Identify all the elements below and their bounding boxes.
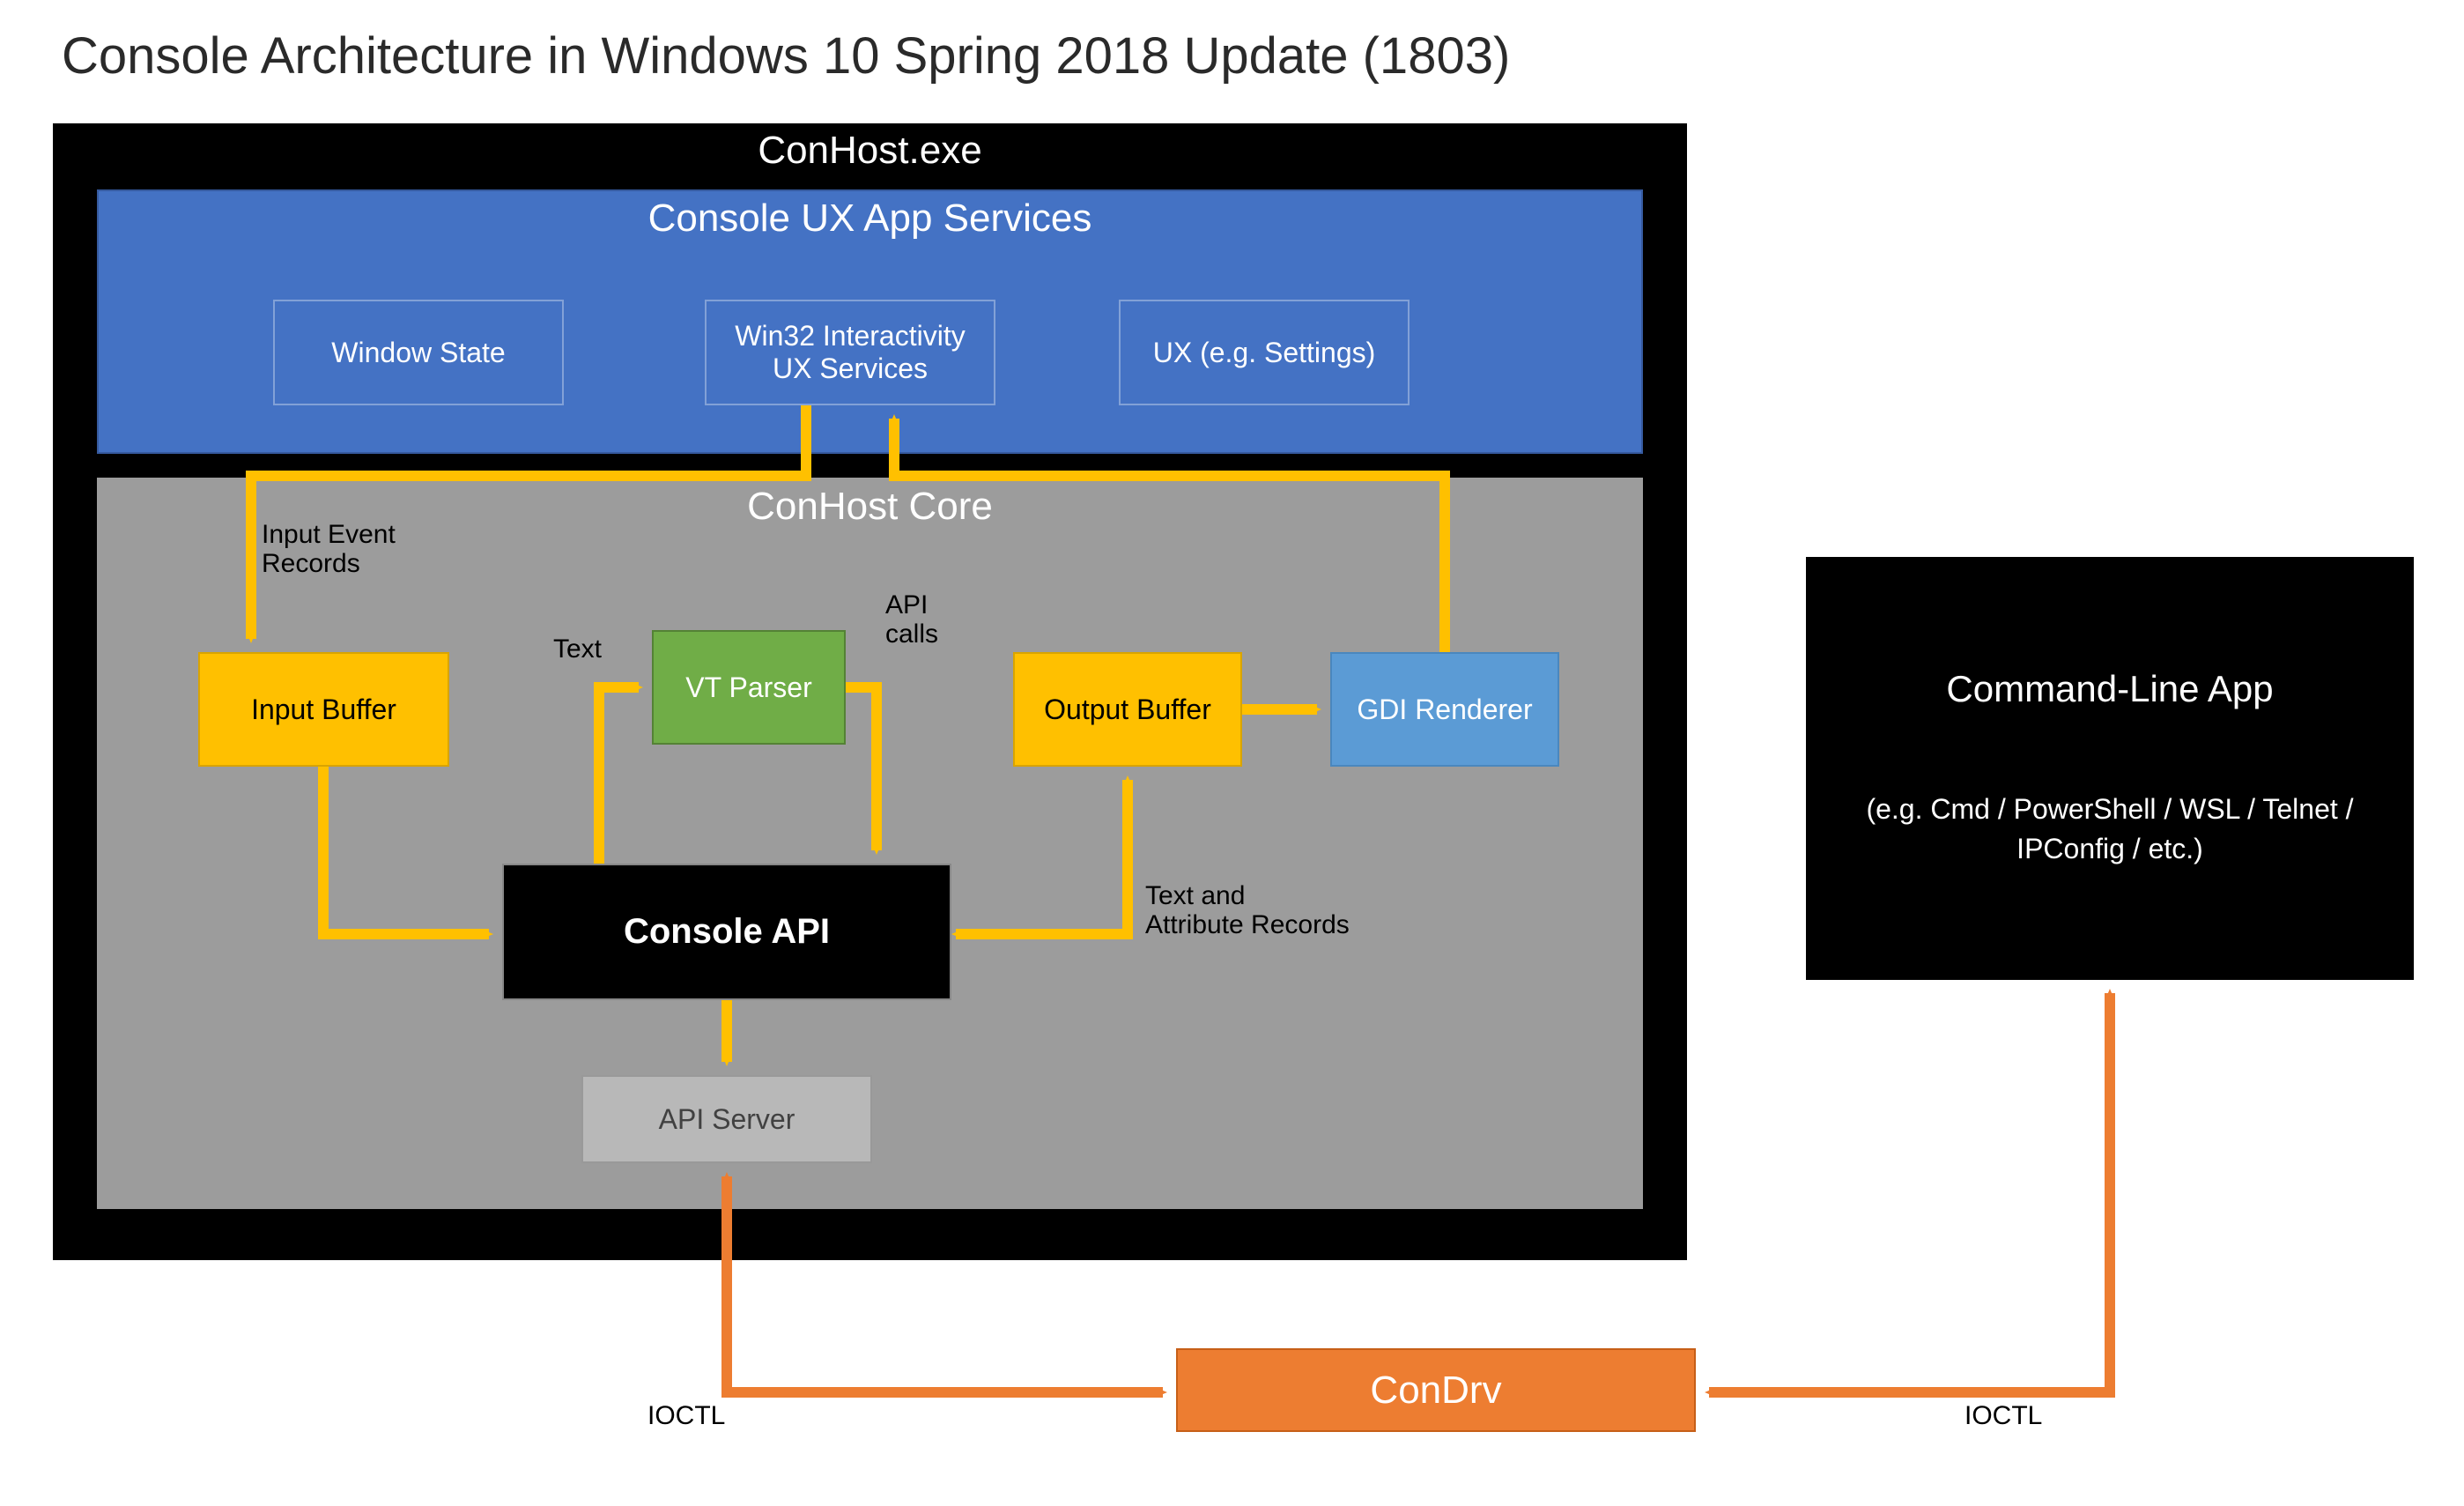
label-input-records: Input Event Records xyxy=(262,520,396,578)
ux-settings-label: UX (e.g. Settings) xyxy=(1153,337,1376,369)
conhost-title: ConHost.exe xyxy=(53,129,1687,173)
ux-services-title: Console UX App Services xyxy=(99,197,1641,241)
output-buffer-label: Output Buffer xyxy=(1044,694,1211,726)
cli-app-box: Command-Line App (e.g. Cmd / PowerShell … xyxy=(1806,557,2414,980)
output-buffer-box: Output Buffer xyxy=(1013,652,1242,767)
gdi-renderer-box: GDI Renderer xyxy=(1330,652,1559,767)
cli-app-title: Command-Line App xyxy=(1946,668,2273,710)
input-buffer-box: Input Buffer xyxy=(198,652,449,767)
label-api-calls: API calls xyxy=(885,590,938,649)
console-api-box: Console API xyxy=(502,864,951,1000)
vt-parser-label: VT Parser xyxy=(685,671,811,704)
label-text-attr: Text and Attribute Records xyxy=(1145,881,1350,939)
diagram-title: Console Architecture in Windows 10 Sprin… xyxy=(62,26,1510,85)
window-state-label: Window State xyxy=(331,337,505,369)
gdi-renderer-label: GDI Renderer xyxy=(1357,694,1532,726)
condrv-label: ConDrv xyxy=(1370,1369,1501,1413)
window-state-box: Window State xyxy=(273,300,564,405)
diagram-stage: Console Architecture in Windows 10 Sprin… xyxy=(0,0,2464,1506)
api-server-box: API Server xyxy=(581,1075,872,1163)
win32-line1: Win32 Interactivity xyxy=(735,320,965,352)
input-buffer-label: Input Buffer xyxy=(251,694,396,726)
console-api-label: Console API xyxy=(624,912,830,952)
ux-settings-box: UX (e.g. Settings) xyxy=(1119,300,1410,405)
label-ioctl-right: IOCTL xyxy=(1965,1401,2042,1430)
vt-parser-box: VT Parser xyxy=(652,630,846,745)
win32-interactivity-box: Win32 Interactivity UX Services xyxy=(705,300,995,405)
condrv-box: ConDrv xyxy=(1176,1348,1696,1432)
label-text: Text xyxy=(553,634,602,664)
api-server-label: API Server xyxy=(659,1103,795,1136)
cli-app-subtitle: (e.g. Cmd / PowerShell / WSL / Telnet / … xyxy=(1841,790,2379,869)
win32-line2: UX Services xyxy=(773,352,928,385)
label-ioctl-left: IOCTL xyxy=(647,1401,725,1430)
